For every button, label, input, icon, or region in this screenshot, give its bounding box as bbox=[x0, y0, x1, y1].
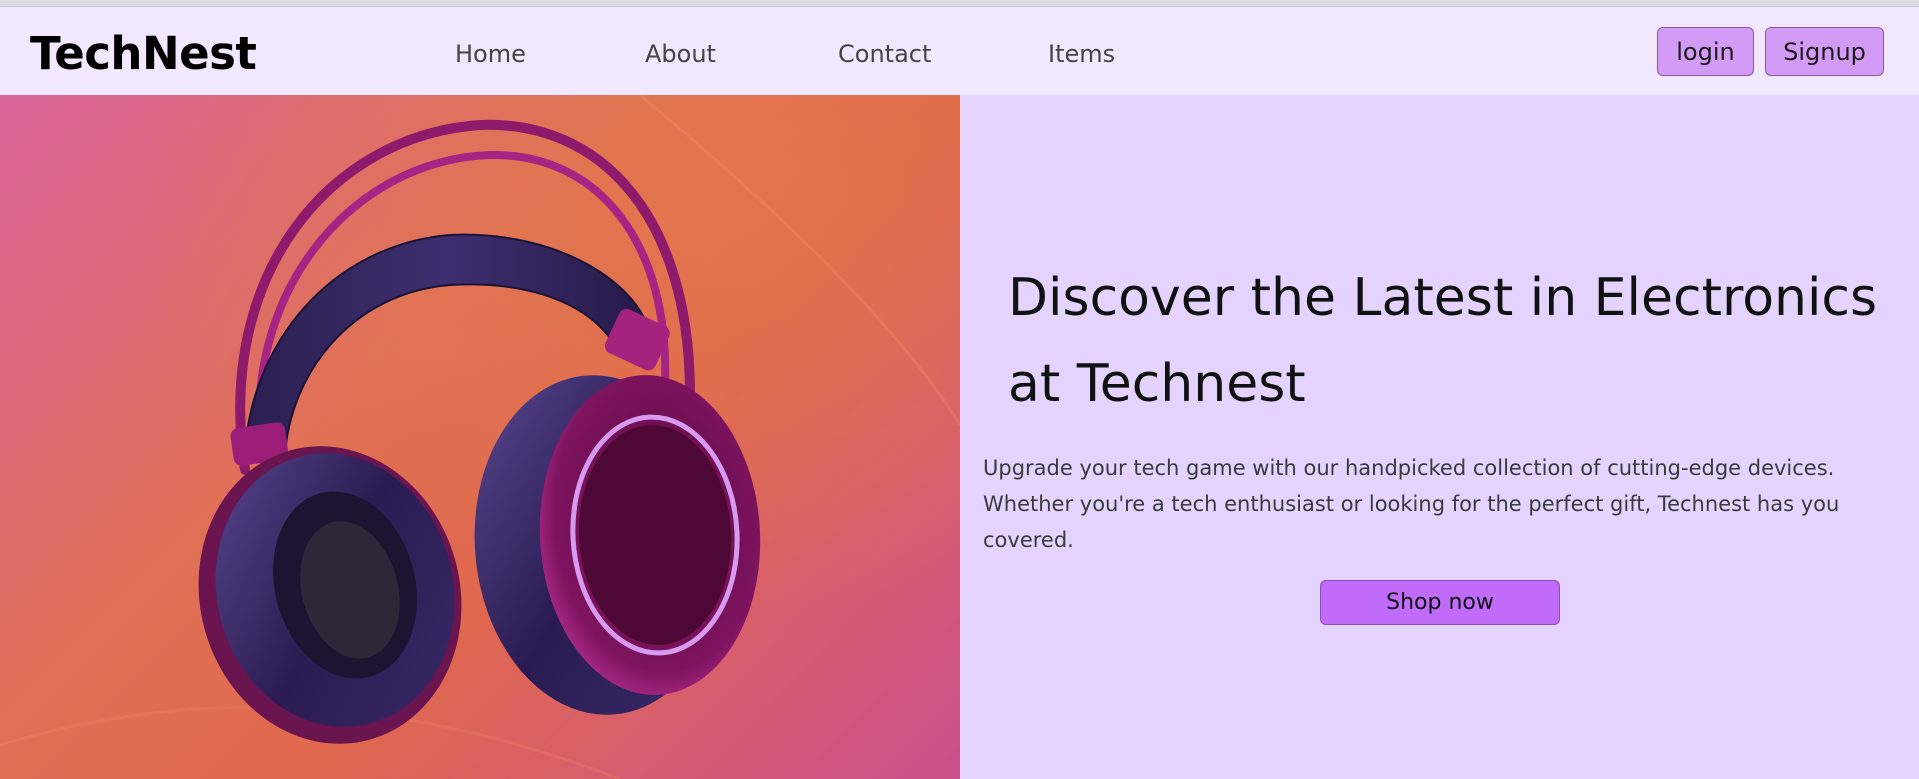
headphones-icon bbox=[0, 95, 960, 779]
nav-link-home[interactable]: Home bbox=[455, 40, 526, 68]
nav-link-about[interactable]: About bbox=[645, 40, 716, 68]
brand-logo[interactable]: TechNest bbox=[30, 27, 257, 80]
nav-link-contact[interactable]: Contact bbox=[838, 40, 931, 68]
hero-title: Discover the Latest in Electronics at Te… bbox=[1008, 268, 1878, 414]
shop-now-button[interactable]: Shop now bbox=[1320, 580, 1560, 625]
navbar: TechNest Home About Contact Items login … bbox=[0, 7, 1919, 95]
hero-content: Discover the Latest in Electronics at Te… bbox=[960, 95, 1919, 779]
hero-image bbox=[0, 95, 960, 779]
nav-link-items[interactable]: Items bbox=[1048, 40, 1115, 68]
browser-top-strip bbox=[0, 0, 1919, 7]
signup-button[interactable]: Signup bbox=[1765, 27, 1884, 76]
hero-description: Upgrade your tech game with our handpick… bbox=[983, 456, 1840, 552]
login-button[interactable]: login bbox=[1657, 27, 1754, 76]
